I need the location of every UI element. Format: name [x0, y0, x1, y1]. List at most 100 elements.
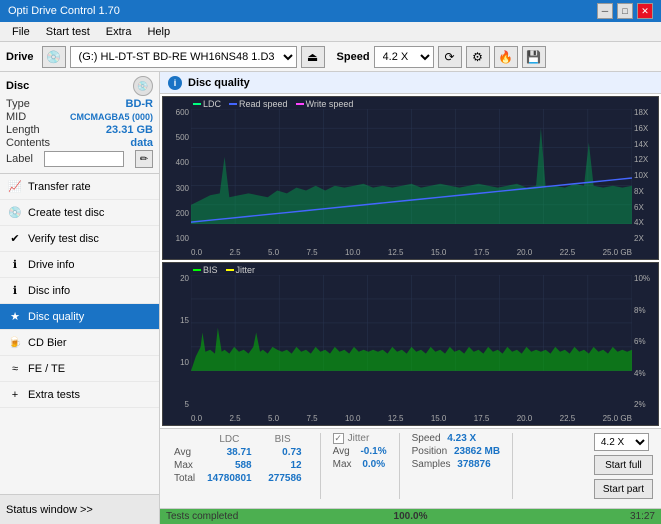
menu-start-test[interactable]: Start test: [38, 24, 98, 40]
burn-button[interactable]: 🔥: [494, 46, 518, 68]
chart2-y-right: 10% 8% 6% 4% 2%: [632, 275, 658, 409]
sidebar-item-drive-info[interactable]: ℹ Drive info: [0, 252, 159, 278]
jitter-section: ✓ Jitter Avg -0.1% Max 0.0%: [333, 433, 387, 470]
samples-prefix: Samples: [412, 459, 451, 470]
max-label: Max: [168, 459, 201, 472]
disc-quality-icon: ★: [8, 310, 22, 324]
length-value: 23.31 GB: [106, 124, 153, 136]
disc-label-row: Label ✏: [6, 150, 153, 168]
window-controls: ─ □ ✕: [597, 3, 653, 19]
jitter-header: ✓ Jitter: [333, 433, 387, 444]
save-button[interactable]: 💾: [522, 46, 546, 68]
contents-value: data: [130, 137, 153, 149]
nav-label-create-test-disc: Create test disc: [28, 207, 104, 219]
label-label: Label: [6, 153, 33, 165]
menu-help[interactable]: Help: [139, 24, 178, 40]
legend-write-speed: Write speed: [296, 99, 354, 109]
drive-label: Drive: [6, 51, 34, 63]
stats-bar: LDC BIS Avg 38.71 0.73 Max 588 12 Tota: [160, 428, 661, 508]
mid-value: CMCMAGBA5 (000): [70, 112, 153, 122]
chart-ldc: LDC Read speed Write speed 600 500 40: [162, 96, 659, 260]
chart2-y-left: 20 15 10 5: [163, 275, 191, 409]
refresh-button[interactable]: ⟳: [438, 46, 462, 68]
drive-icon[interactable]: 💿: [42, 46, 66, 68]
stats-table: LDC BIS Avg 38.71 0.73 Max 588 12 Tota: [168, 433, 308, 485]
jitter-checkbox[interactable]: ✓: [333, 433, 344, 444]
disc-title: Disc: [6, 80, 29, 92]
legend-bis: BIS: [193, 265, 218, 275]
disc-panel: Disc 💿 Type BD-R MID CMCMAGBA5 (000) Len…: [0, 72, 159, 174]
speed-row: Speed 4.23 X: [412, 433, 501, 444]
chart1-legend: LDC Read speed Write speed: [193, 99, 353, 109]
eject-button[interactable]: ⏏: [301, 46, 325, 68]
minimize-button[interactable]: ─: [597, 3, 613, 19]
legend-jitter: Jitter: [226, 265, 256, 275]
sidebar: Disc 💿 Type BD-R MID CMCMAGBA5 (000) Len…: [0, 72, 160, 524]
mid-label: MID: [6, 111, 26, 123]
nav-items: 📈 Transfer rate 💿 Create test disc ✔ Ver…: [0, 174, 159, 494]
disc-mid-row: MID CMCMAGBA5 (000): [6, 111, 153, 123]
chart2-svg: [191, 275, 632, 371]
menu-file[interactable]: File: [4, 24, 38, 40]
sidebar-item-disc-info[interactable]: ℹ Disc info: [0, 278, 159, 304]
chart2-legend: BIS Jitter: [193, 265, 255, 275]
stats-max-row: Max 588 12: [168, 459, 308, 472]
avg-label: Avg: [168, 446, 201, 459]
title-bar: Opti Drive Control 1.70 ─ □ ✕: [0, 0, 661, 22]
status-window-label: Status window >>: [6, 504, 93, 516]
start-full-button[interactable]: Start full: [594, 455, 653, 475]
verify-test-disc-icon: ✔: [8, 232, 22, 246]
start-part-button[interactable]: Start part: [594, 479, 653, 499]
max-jitter-val: 0.0%: [362, 459, 385, 470]
sidebar-item-create-test-disc[interactable]: 💿 Create test disc: [0, 200, 159, 226]
disc-length-row: Length 23.31 GB: [6, 124, 153, 136]
speed-select[interactable]: 4.2 X: [374, 46, 434, 68]
divider2: [399, 433, 400, 499]
divider3: [512, 433, 513, 499]
type-label: Type: [6, 98, 30, 110]
quality-title: Disc quality: [188, 77, 250, 89]
sidebar-item-extra-tests[interactable]: + Extra tests: [0, 382, 159, 408]
charts-area: LDC Read speed Write speed 600 500 40: [160, 94, 661, 428]
drive-select[interactable]: (G:) HL-DT-ST BD-RE WH16NS48 1.D3: [70, 46, 297, 68]
divider1: [320, 433, 321, 499]
sidebar-item-disc-quality[interactable]: ★ Disc quality: [0, 304, 159, 330]
close-button[interactable]: ✕: [637, 3, 653, 19]
disc-icon: 💿: [133, 76, 153, 96]
chart2-x-axis: 0.0 2.5 5.0 7.5 10.0 12.5 15.0 17.5 20.0…: [191, 414, 632, 423]
menu-extra[interactable]: Extra: [98, 24, 140, 40]
samples-value: 378876: [457, 459, 490, 470]
nav-label-transfer-rate: Transfer rate: [28, 181, 91, 193]
avg-bis: 0.73: [258, 446, 308, 459]
sidebar-item-fe-te[interactable]: ≈ FE / TE: [0, 356, 159, 382]
label-input[interactable]: [44, 151, 124, 167]
length-label: Length: [6, 124, 40, 136]
speed-select-inline[interactable]: 4.2 X: [594, 433, 649, 451]
config-button[interactable]: ⚙: [466, 46, 490, 68]
maximize-button[interactable]: □: [617, 3, 633, 19]
drive-info-icon: ℹ: [8, 258, 22, 272]
label-edit-button[interactable]: ✏: [135, 150, 153, 168]
transfer-rate-icon: 📈: [8, 180, 22, 194]
quality-header: i Disc quality: [160, 72, 661, 94]
sidebar-item-transfer-rate[interactable]: 📈 Transfer rate: [0, 174, 159, 200]
progress-bar-container: Tests completed 100.0% 31:27: [160, 508, 661, 524]
max-bis: 12: [258, 459, 308, 472]
status-window-button[interactable]: Status window >>: [0, 494, 159, 524]
chart1-y-right: 18X 16X 14X 12X 10X 8X 6X 4X 2X: [632, 109, 658, 243]
content-area: i Disc quality LDC Read speed: [160, 72, 661, 524]
sidebar-item-verify-test-disc[interactable]: ✔ Verify test disc: [0, 226, 159, 252]
nav-label-disc-quality: Disc quality: [28, 311, 84, 323]
sidebar-item-cd-bier[interactable]: 🍺 CD Bier: [0, 330, 159, 356]
speed-prefix: Speed: [412, 433, 441, 444]
total-ldc: 14780801: [201, 472, 258, 485]
extra-tests-icon: +: [8, 388, 22, 402]
legend-ldc: LDC: [193, 99, 221, 109]
progress-time: 31:27: [630, 511, 655, 522]
contents-label: Contents: [6, 137, 50, 149]
stats-avg-row: Avg 38.71 0.73: [168, 446, 308, 459]
legend-read-speed: Read speed: [229, 99, 288, 109]
position-prefix: Position: [412, 446, 448, 457]
action-section: 4.2 X Start full Start part: [594, 433, 653, 499]
status-text: Tests completed: [166, 511, 238, 522]
